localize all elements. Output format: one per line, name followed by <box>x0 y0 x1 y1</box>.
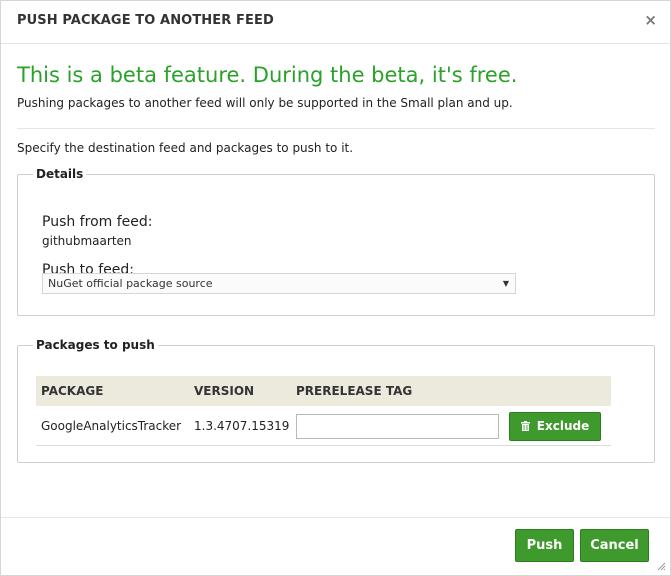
push-to-feed-select[interactable]: NuGet official package source ▼ <box>42 273 516 294</box>
details-section: Details Push from feed: githubmaarten Pu… <box>17 167 655 316</box>
push-from-label: Push from feed: <box>42 214 153 230</box>
close-icon[interactable]: × <box>644 11 657 29</box>
push-from-value: githubmaarten <box>42 234 132 248</box>
resize-grip-icon[interactable] <box>656 561 666 571</box>
footer-divider <box>1 517 670 518</box>
push-package-dialog: PUSH PACKAGE TO ANOTHER FEED × This is a… <box>0 0 671 576</box>
column-header-prerelease: PRERELEASE TAG <box>296 384 413 398</box>
beta-headline: This is a beta feature. During the beta,… <box>17 63 518 87</box>
details-legend: Details <box>36 167 84 181</box>
exclude-button-label: Exclude <box>536 419 590 433</box>
exclude-button[interactable]: Exclude <box>509 412 601 441</box>
divider <box>17 128 655 129</box>
beta-subtext: Pushing packages to another feed will on… <box>17 96 513 110</box>
push-button[interactable]: Push <box>515 529 574 562</box>
instructions-text: Specify the destination feed and package… <box>17 141 354 155</box>
column-header-package: PACKAGE <box>41 384 104 398</box>
column-header-version: VERSION <box>194 384 255 398</box>
dialog-title: PUSH PACKAGE TO ANOTHER FEED <box>17 13 274 28</box>
packages-legend: Packages to push <box>36 338 155 352</box>
trash-icon <box>520 421 530 431</box>
push-to-selected-value: NuGet official package source <box>48 277 213 290</box>
table-row: GoogleAnalyticsTracker 1.3.4707.15319 Ex… <box>36 406 611 446</box>
table-header: PACKAGE VERSION PRERELEASE TAG <box>36 376 611 406</box>
version-cell: 1.3.4707.15319 <box>194 419 290 433</box>
packages-section: Packages to push PACKAGE VERSION PRERELE… <box>17 338 655 463</box>
dropdown-caret-icon: ▼ <box>502 279 509 288</box>
package-name-cell: GoogleAnalyticsTracker <box>41 419 182 433</box>
dialog-header: PUSH PACKAGE TO ANOTHER FEED × <box>1 1 670 44</box>
cancel-button[interactable]: Cancel <box>580 529 649 562</box>
prerelease-tag-input[interactable] <box>296 414 499 439</box>
